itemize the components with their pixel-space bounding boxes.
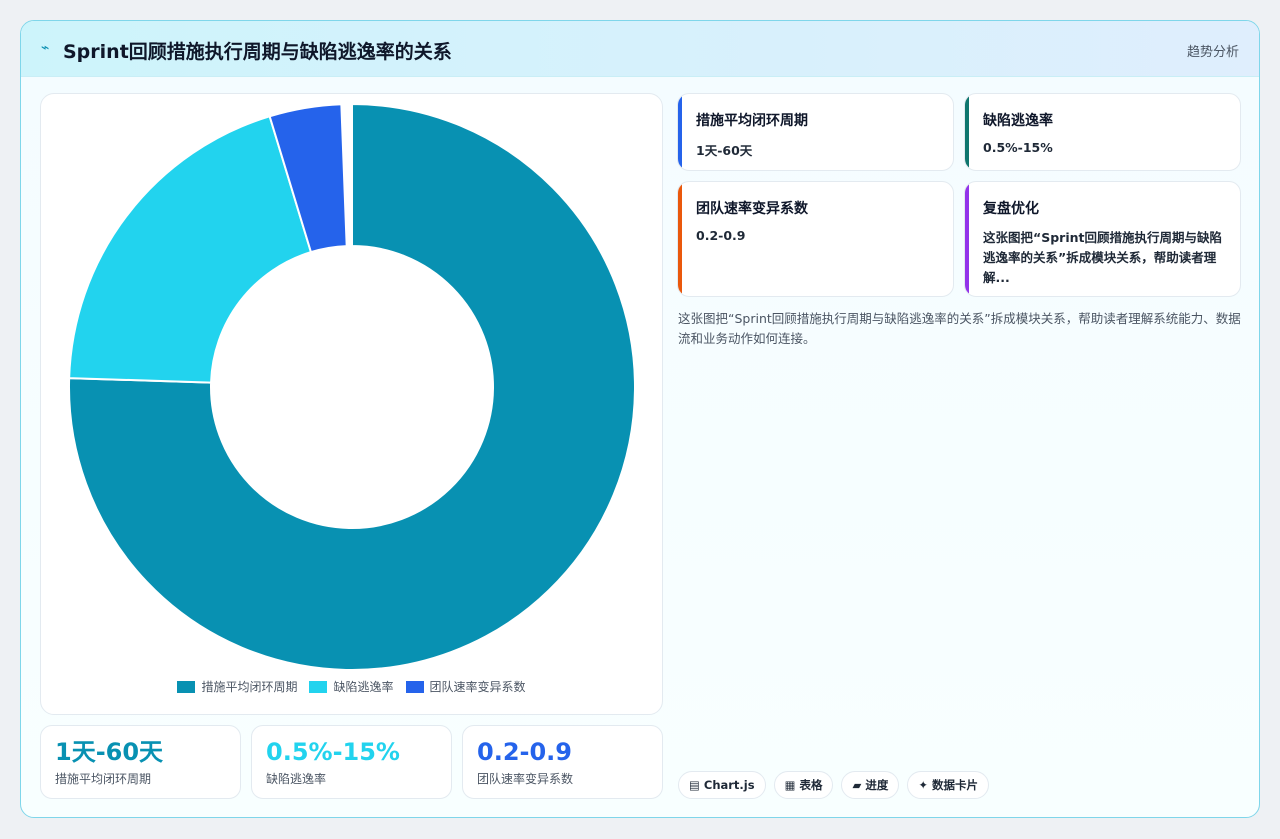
chart-description: 这张图把“Sprint回顾措施执行周期与缺陷逃逸率的关系”拆成模块关系，帮助读者… (678, 311, 1241, 346)
chart-icon: ▤ (689, 778, 700, 792)
accent-bar (678, 94, 682, 170)
header: ⌁ Sprint回顾措施执行周期与缺陷逃逸率的关系 趋势分析 (21, 21, 1259, 77)
trend-analysis-link[interactable]: 趋势分析 (1187, 41, 1239, 60)
accent-bar (678, 182, 682, 296)
stat-label: 措施平均闭环周期 (55, 772, 152, 786)
legend-swatch (309, 680, 328, 693)
legend-label: 团队速率变异系数 (429, 680, 526, 694)
stat-card-cycle: 1天-60天 措施平均闭环周期 (40, 725, 241, 799)
info-text: 这张图把“Sprint回顾措施执行周期与缺陷逃逸率的关系”拆成模块关系，帮助读者… (983, 230, 1222, 285)
stat-value: 1天-60天 (55, 738, 164, 766)
tag-label: Chart.js (703, 778, 755, 792)
stat-card-escape-rate: 0.5%-15% 缺陷逃逸率 (251, 725, 452, 799)
donut-chart-card: 措施平均闭环周期 缺陷逃逸率 团队速率变异系数 (40, 93, 663, 715)
dashboard-panel: ⌁ Sprint回顾措施执行周期与缺陷逃逸率的关系 趋势分析 措施平均闭环周期缺… (20, 20, 1260, 818)
stat-label: 缺陷逃逸率 (266, 772, 327, 786)
pulse-icon: ⌁ (41, 40, 50, 56)
stat-card-velocity: 0.2-0.9 团队速率变异系数 (462, 725, 663, 799)
tag-table[interactable]: ▦ 表格 (773, 771, 834, 799)
legend-label: 措施平均闭环周期 (201, 680, 298, 694)
tag-label: 进度 (865, 778, 889, 792)
info-title: 措施平均闭环周期 (696, 113, 808, 129)
stat-value: 0.5%-15% (266, 738, 400, 766)
info-card-escape-rate: 缺陷逃逸率 0.5%-15% (964, 93, 1241, 171)
info-value: 0.5%-15% (983, 140, 1053, 155)
table-icon: ▦ (784, 778, 796, 792)
legend-item-2[interactable]: 团队速率变异系数 (405, 678, 526, 695)
info-card-review: 复盘优化 这张图把“Sprint回顾措施执行周期与缺陷逃逸率的关系”拆成模块关系… (964, 181, 1241, 297)
legend-item-0[interactable]: 措施平均闭环周期 (177, 678, 297, 695)
tag-data-card[interactable]: ✦ 数据卡片 (907, 771, 989, 799)
donut-chart (68, 102, 636, 671)
info-title: 团队速率变异系数 (696, 201, 808, 217)
page-title: Sprint回顾措施执行周期与缺陷逃逸率的关系 (63, 41, 452, 63)
info-card-velocity: 团队速率变异系数 0.2-0.9 (677, 181, 954, 297)
info-value: 1天-60天 (696, 143, 753, 158)
legend-item-1[interactable]: 缺陷逃逸率 (309, 678, 394, 695)
sparkle-icon: ✦ (918, 778, 928, 792)
legend-swatch (405, 680, 424, 693)
stat-value: 0.2-0.9 (477, 738, 572, 766)
progress-icon: ▰ (852, 778, 862, 792)
donut-slice-1[interactable] (68, 115, 313, 384)
legend-swatch (177, 680, 196, 693)
tag-chartjs[interactable]: ▤ Chart.js (678, 771, 766, 799)
info-title: 复盘优化 (983, 201, 1039, 217)
tag-label: 表格 (799, 778, 823, 792)
legend-label: 缺陷逃逸率 (333, 680, 394, 694)
accent-bar (965, 182, 969, 296)
chart-legend: 措施平均闭环周期 缺陷逃逸率 团队速率变异系数 (41, 678, 662, 695)
info-card-cycle: 措施平均闭环周期 1天-60天 (677, 93, 954, 171)
accent-bar (965, 94, 969, 170)
info-title: 缺陷逃逸率 (983, 113, 1053, 129)
tag-progress[interactable]: ▰ 进度 (841, 771, 900, 799)
info-value: 0.2-0.9 (696, 228, 746, 243)
tag-list: ▤ Chart.js ▦ 表格 ▰ 进度 ✦ 数据卡片 (678, 771, 989, 799)
tag-label: 数据卡片 (931, 778, 978, 792)
stat-label: 团队速率变异系数 (477, 772, 574, 786)
